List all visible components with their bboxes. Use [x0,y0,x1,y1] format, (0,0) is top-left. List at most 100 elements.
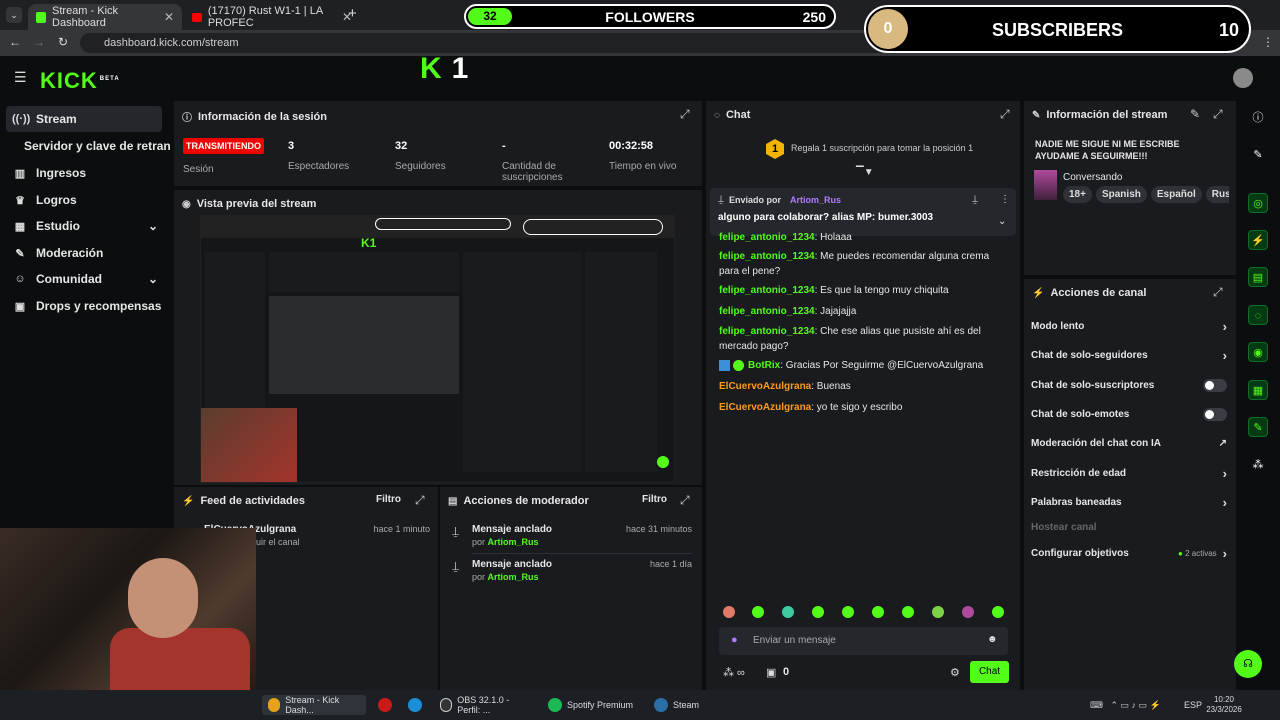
menu-dots-icon[interactable]: ⋮ [1262,35,1274,49]
emote-icon[interactable] [842,606,854,618]
edit-icon[interactable]: ✎ [1248,145,1268,165]
gift-icon[interactable]: ▣ [766,666,776,679]
emote-icon[interactable] [872,606,884,618]
action-followers-only[interactable]: Chat de solo-seguidores › [1031,348,1227,363]
document-icon[interactable]: ▤ [1248,267,1268,287]
emote-icon[interactable] [992,606,1004,618]
gift-icon: ▣ [14,300,26,313]
expand-icon[interactable]: ⤢ [680,107,690,122]
gift-rank-badge: 1 [766,139,784,159]
tag[interactable]: Español [1150,186,1202,203]
expand-icon[interactable]: ⤢ [680,493,690,508]
emote-icon[interactable] [932,606,944,618]
emotes-only-toggle[interactable] [1203,407,1227,421]
expand-icon[interactable]: ⤢ [1000,107,1010,122]
points-icon[interactable]: ⁂ ∞ [723,666,745,679]
tray-icons[interactable]: ⌨ ⌃ ▭ ♪ ▭ ⚡ [1084,695,1167,715]
layout-icon[interactable]: ▦ [1248,380,1268,400]
followers-goal: 250 [802,9,826,25]
more-options-icon[interactable]: ⋮ [1000,194,1010,205]
panel-title: ◉ Vista previa del stream [182,198,317,210]
tab-kick-dashboard[interactable]: Stream - Kick Dashboard ✕ [28,4,182,30]
chat-bubble-icon: ◌ [714,109,720,121]
gift-text[interactable]: Regala 1 suscripción para tomar la posic… [791,143,973,153]
taskbar-edge-icon[interactable] [402,695,433,715]
panel-title: ✎ Información del stream [1032,109,1168,121]
sidebar-item-logros[interactable]: ♛ Logros [6,187,162,213]
emote-icon[interactable] [782,606,794,618]
tag[interactable]: Russ [1205,186,1229,203]
reload-icon[interactable]: ↻ [58,35,68,49]
sidebar-item-drops[interactable]: ▣ Drops y recompensas [6,293,162,319]
forward-icon[interactable]: → [33,35,45,49]
gear-icon[interactable]: ⚙ [950,666,960,679]
action-banned-words[interactable]: Palabras baneadas › [1031,495,1227,510]
hamburger-menu-icon[interactable]: ☰ [14,69,27,86]
emoji-icon[interactable]: ☻ [987,634,998,645]
panel-title: ⚡ Feed de actividades [182,495,305,507]
close-icon[interactable]: ✕ [164,10,174,24]
sidebar-item-ingresos[interactable]: ▥ Ingresos [6,160,162,186]
chat-input[interactable]: Enviar un mensaje [719,627,1008,655]
expand-icon[interactable]: ⤢ [415,493,425,508]
chevron-right-icon: › [1222,318,1227,334]
bolt-icon[interactable]: ⚡ [1248,230,1268,250]
clock[interactable]: 10:20 23/3/2026 [1202,695,1246,715]
mod-row: ⍊ Mensaje anclado por Artiom_Rus hace 1 … [452,559,692,582]
wrench-icon[interactable]: ✎ [1248,417,1268,437]
emote-icon[interactable] [723,606,735,618]
stream-preview-video[interactable]: K1 [200,215,675,483]
action-emotes-only: Chat de solo-emotes [1031,407,1227,421]
expand-icon[interactable]: ⤢ [1213,107,1223,122]
emote-icon[interactable] [812,606,824,618]
chevron-down-icon: ⌄ [147,272,158,286]
subs-only-toggle[interactable] [1203,378,1227,392]
collapse-icon[interactable]: ▔▼ [856,167,874,178]
back-icon[interactable]: ← [9,35,21,49]
action-ai-moderation[interactable]: Moderación del chat con IA ↗ [1031,436,1227,450]
sidebar-item-server[interactable]: Servidor y clave de retransm [6,133,170,159]
taskbar-chrome[interactable]: Stream - Kick Dash... [262,695,366,715]
camera-icon[interactable]: ◎ [1248,193,1268,213]
points-icon[interactable]: ⁂ [1248,455,1268,475]
info-icon[interactable]: ⓘ [1248,108,1268,128]
mod-actions-panel: ▤ Acciones de moderador Filtro ⤢ ⍊ Mensaj… [440,487,702,690]
avatar[interactable] [1233,68,1253,88]
broadcast-icon[interactable]: ◉ [1248,342,1268,362]
chat-bubble-icon[interactable]: ◌ [1248,305,1268,325]
tab-menu-icon[interactable]: ⌄ [6,7,22,23]
sidebar-item-comunidad[interactable]: ☺ Comunidad ⌄ [6,266,162,292]
emote-icon[interactable] [962,606,974,618]
filter-button[interactable]: Filtro [376,494,401,505]
sidebar-item-estudio[interactable]: ▦ Estudio ⌄ [6,213,162,239]
new-tab-button[interactable]: + [348,5,357,22]
tag[interactable]: 18+ [1063,186,1092,203]
pin-toggle-icon[interactable]: ⍊ [972,194,978,205]
taskbar-obs[interactable]: OBS 32.1.0 - Perfil: ... [434,695,538,715]
taskbar-spotify[interactable]: Spotify Premium [542,695,642,715]
external-link-icon: ↗ [1218,437,1227,449]
action-host-channel: Hostear canal [1031,521,1097,533]
support-icon[interactable]: ☊ [1234,650,1262,678]
action-goals[interactable]: Configurar objetivos ● 2 activas › [1031,546,1227,561]
filter-button[interactable]: Filtro [642,494,667,505]
sidebar-item-stream[interactable]: ((·)) Stream [6,106,162,132]
chevron-down-icon[interactable]: ⌄ [998,216,1006,227]
tab-youtube[interactable]: (17170) Rust W1-1 | LA PROFEC ✕ [184,4,360,30]
microphone-icon[interactable]: ● [731,634,738,646]
steam-icon [654,698,668,712]
taskbar-opera-icon[interactable] [372,695,403,715]
grid-icon: ▦ [14,220,26,233]
send-chat-button[interactable]: Chat [970,661,1009,683]
emote-icon[interactable] [752,606,764,618]
action-age-restriction[interactable]: Restricción de edad › [1031,466,1227,481]
expand-icon[interactable]: ⤢ [1213,285,1223,300]
emote-icon[interactable] [902,606,914,618]
action-slow-mode[interactable]: Modo lento › [1031,318,1227,334]
tag[interactable]: Spanish [1095,186,1147,203]
taskbar-steam[interactable]: Steam [648,695,708,715]
kick-logo[interactable]: KICK BETA [40,68,120,94]
stat-subs: - Cantidad de suscripciones [502,140,563,183]
sidebar-item-moderacion[interactable]: ✎ Moderación [6,240,162,266]
edit-icon[interactable]: ✎ [1190,107,1200,121]
